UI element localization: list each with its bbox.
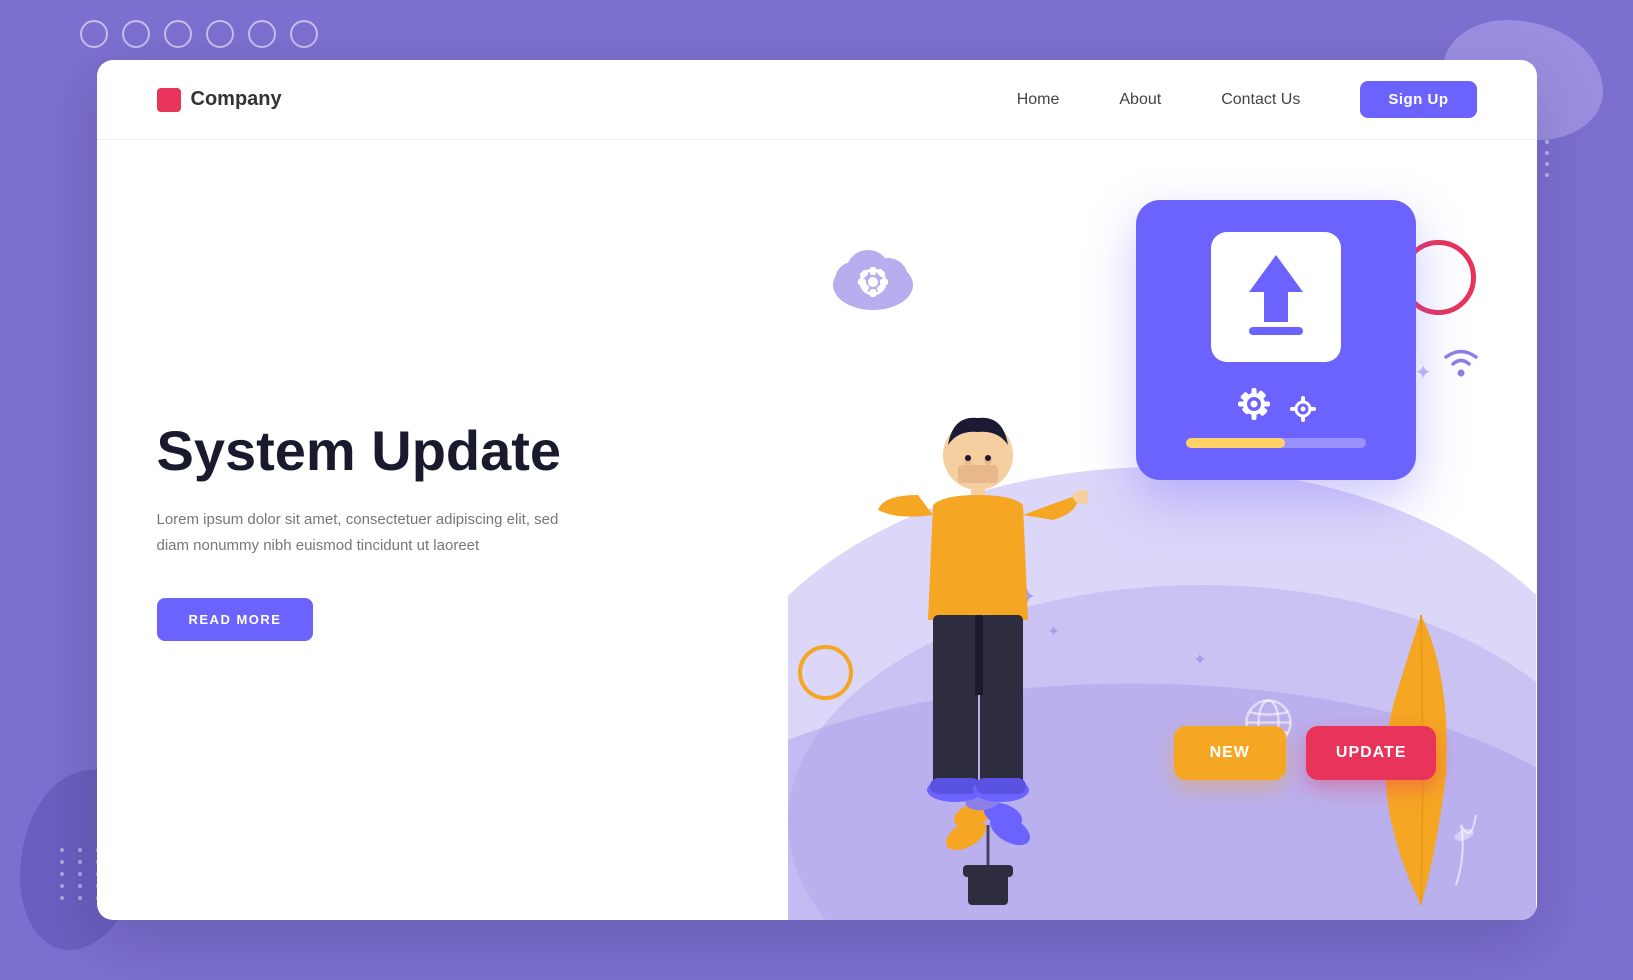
logo-icon	[157, 88, 181, 112]
bg-circle-4	[206, 20, 234, 48]
nav-home[interactable]: Home	[1017, 91, 1060, 109]
signup-button[interactable]: Sign Up	[1360, 81, 1476, 118]
cloud-gear-decoration	[818, 240, 928, 325]
logo-text: Company	[191, 88, 282, 111]
background-circles	[80, 20, 318, 48]
hero-right: ✦ ✦ ✦ ✦	[788, 140, 1537, 920]
navbar: Company Home About Contact Us Sign Up	[97, 60, 1537, 140]
hero-left: System Update Lorem ipsum dolor sit amet…	[97, 140, 788, 920]
nav-links: Home About Contact Us Sign Up	[1017, 81, 1477, 118]
bg-circle-3	[164, 20, 192, 48]
bg-circle-2	[122, 20, 150, 48]
new-button[interactable]: NEW	[1174, 726, 1286, 780]
sparkle-3: ✦	[1415, 360, 1432, 385]
update-button[interactable]: UPDATE	[1306, 726, 1437, 780]
progress-bar	[1186, 438, 1366, 448]
hero-description: Lorem ipsum dolor sit amet, consectetuer…	[157, 507, 577, 558]
orange-circle-decoration	[798, 645, 853, 700]
hero-title: System Update	[157, 419, 728, 483]
nav-contact[interactable]: Contact Us	[1221, 91, 1300, 109]
read-more-button[interactable]: READ MORE	[157, 598, 314, 641]
progress-fill	[1186, 438, 1285, 448]
bg-circle-6	[290, 20, 318, 48]
nav-about[interactable]: About	[1119, 91, 1161, 109]
update-card	[1136, 200, 1416, 480]
update-card-icon	[1211, 232, 1341, 362]
bg-circle-5	[248, 20, 276, 48]
sparkle-4: ✦	[1193, 650, 1206, 670]
bg-circle-1	[80, 20, 108, 48]
hero-section: System Update Lorem ipsum dolor sit amet…	[97, 140, 1537, 920]
action-buttons: NEW UPDATE	[1174, 726, 1437, 780]
person-illustration	[868, 400, 1068, 900]
wifi-icon	[1436, 340, 1486, 388]
logo-area: Company	[157, 88, 282, 112]
main-card: Company Home About Contact Us Sign Up Sy…	[97, 60, 1537, 920]
gears-row	[1232, 382, 1320, 426]
